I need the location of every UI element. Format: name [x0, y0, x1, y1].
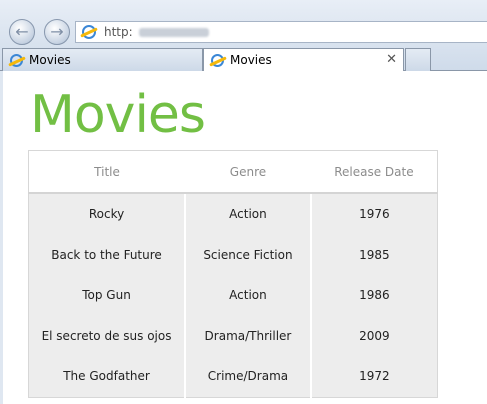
- table-row: The Godfather Crime/Drama 1972: [28, 356, 438, 397]
- page-content: Movies Title Genre Release Date Rocky Ac…: [3, 71, 487, 404]
- back-button[interactable]: ←: [9, 19, 35, 45]
- cell-release-date: 1976: [309, 193, 438, 235]
- tab-movies-1[interactable]: Movies: [2, 48, 203, 71]
- cell-release-date: 1985: [309, 234, 438, 275]
- cell-genre: Science Fiction: [184, 234, 311, 275]
- table-row: Top Gun Action 1986: [28, 275, 438, 316]
- column-header-release-date[interactable]: Release Date: [310, 150, 438, 194]
- cell-title: El secreto de sus ojos: [28, 315, 186, 356]
- movies-table: Title Genre Release Date Rocky Action 19…: [28, 150, 438, 398]
- cell-genre: Drama/Thriller: [184, 315, 311, 356]
- cell-genre: Action: [184, 275, 311, 316]
- address-blurred-text: [138, 27, 209, 37]
- tab-strip: Movies Movies ✕: [0, 48, 487, 71]
- table-row: El secreto de sus ojos Drama/Thriller 20…: [28, 315, 438, 356]
- new-tab-button[interactable]: [405, 48, 431, 71]
- table-row: Rocky Action 1976: [28, 193, 438, 235]
- forward-button[interactable]: →: [44, 19, 70, 45]
- cell-release-date: 1986: [309, 275, 438, 316]
- address-bar[interactable]: http:: [75, 21, 487, 43]
- cell-title: Top Gun: [28, 275, 186, 316]
- page-title: Movies: [30, 85, 206, 145]
- cell-release-date: 2009: [309, 315, 438, 356]
- address-url: http:: [104, 25, 133, 39]
- cell-genre: Action: [184, 193, 311, 235]
- column-header-title[interactable]: Title: [28, 150, 186, 194]
- tab-movies-2[interactable]: Movies ✕: [203, 48, 404, 71]
- table-row: Back to the Future Science Fiction 1985: [28, 234, 438, 275]
- arrow-right-icon: →: [50, 22, 64, 41]
- close-icon[interactable]: ✕: [386, 52, 397, 67]
- tab-label: Movies: [230, 53, 272, 67]
- table-header-row: Title Genre Release Date: [28, 150, 438, 194]
- ie-icon: [82, 25, 96, 39]
- ie-icon: [10, 53, 23, 67]
- cell-title: Rocky: [28, 193, 186, 235]
- cell-title: The Godfather: [28, 356, 186, 397]
- arrow-left-icon: ←: [15, 22, 29, 41]
- column-header-genre[interactable]: Genre: [185, 150, 311, 194]
- ie-icon: [211, 53, 224, 67]
- tab-label: Movies: [29, 53, 71, 67]
- cell-title: Back to the Future: [28, 234, 186, 275]
- browser-chrome: ← → http: Movies Movies ✕: [0, 0, 487, 71]
- cell-release-date: 1972: [309, 356, 438, 397]
- cell-genre: Crime/Drama: [184, 356, 311, 397]
